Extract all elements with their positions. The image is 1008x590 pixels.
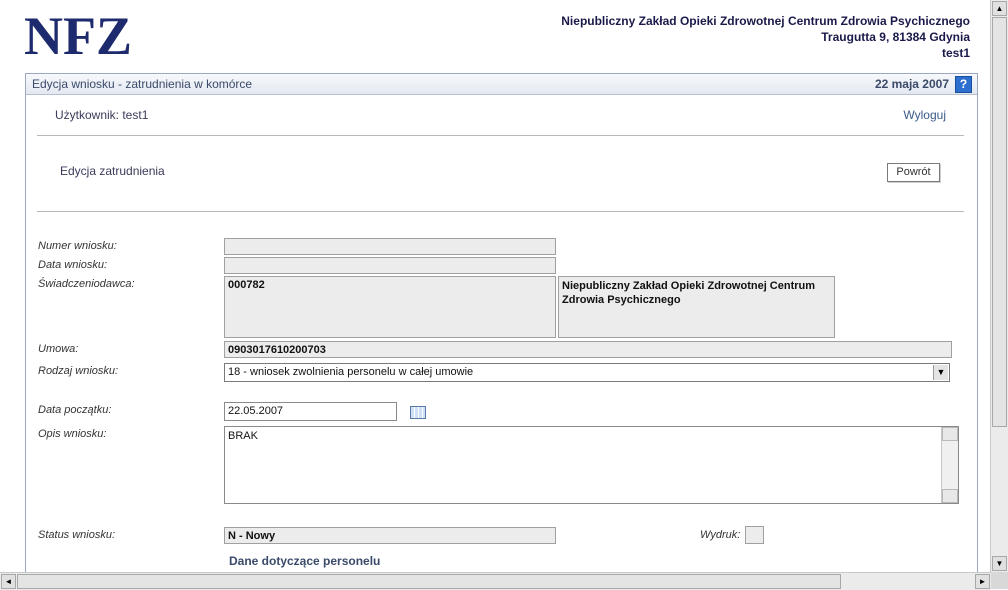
- start-date-input[interactable]: 22.05.2007: [224, 402, 397, 421]
- vertical-scroll-thumb[interactable]: [992, 17, 1007, 427]
- status-field: N - Nowy: [224, 527, 556, 544]
- back-button[interactable]: Powrót: [887, 163, 940, 182]
- scroll-left-arrow-icon[interactable]: ◄: [1, 574, 16, 589]
- scroll-down-arrow-icon[interactable]: ▼: [992, 556, 1007, 571]
- contract-field: 0903017610200703: [224, 341, 952, 358]
- calendar-icon[interactable]: [410, 406, 426, 419]
- help-icon[interactable]: ?: [955, 76, 972, 93]
- provider-code-field: 000782: [224, 276, 556, 338]
- print-label: Wydruk:: [700, 529, 741, 541]
- scroll-right-arrow-icon[interactable]: ►: [975, 574, 990, 589]
- request-type-select[interactable]: 18 - wniosek zwolnienia personelu w całe…: [224, 363, 950, 382]
- horizontal-scrollbar[interactable]: ◄ ►: [0, 572, 991, 590]
- request-number-label: Numer wniosku:: [38, 240, 117, 252]
- staff-data-title: Dane dotyczące personelu: [229, 554, 381, 568]
- logout-link[interactable]: Wyloguj: [903, 108, 946, 122]
- contract-label: Umowa:: [38, 343, 79, 355]
- divider-section: [37, 211, 964, 212]
- description-label: Opis wniosku:: [38, 428, 107, 440]
- edit-panel: Edycja wniosku - zatrudnienia w komórce …: [25, 73, 978, 574]
- scroll-up-button[interactable]: [942, 427, 958, 441]
- user-label: Użytkownik: test1: [55, 108, 149, 122]
- panel-title-bar: Edycja wniosku - zatrudnienia w komórce …: [26, 74, 977, 95]
- provider-info: Niepubliczny Zakład Opieki Zdrowotnej Ce…: [561, 13, 970, 61]
- provider-label: Świadczeniodawca:: [38, 278, 135, 290]
- section-title: Edycja zatrudnienia: [60, 164, 165, 178]
- provider-user: test1: [941, 46, 970, 60]
- status-label: Status wniosku:: [38, 529, 116, 541]
- scrollbar-corner: [991, 572, 1008, 589]
- description-scrollbar[interactable]: [941, 427, 958, 503]
- request-type-label: Rodzaj wniosku:: [38, 365, 119, 377]
- vertical-scrollbar[interactable]: ▲ ▼: [990, 0, 1008, 572]
- description-value: BRAK: [228, 430, 258, 442]
- chevron-down-icon[interactable]: ▼: [933, 365, 948, 380]
- logo-text: NFZ: [24, 6, 132, 62]
- print-checkbox[interactable]: [745, 526, 764, 544]
- horizontal-scroll-thumb[interactable]: [17, 574, 841, 589]
- panel-title: Edycja wniosku - zatrudnienia w komórce: [32, 77, 253, 91]
- provider-address: Traugutta 9, 81384 Gdynia: [821, 30, 970, 44]
- provider-name: Niepubliczny Zakład Opieki Zdrowotnej Ce…: [561, 14, 970, 28]
- request-type-value: 18 - wniosek zwolnienia personelu w całe…: [228, 366, 474, 378]
- request-number-field: [224, 238, 556, 255]
- divider-top: [37, 135, 964, 136]
- request-date-label: Data wniosku:: [38, 259, 108, 271]
- panel-date: 22 maja 2007: [874, 77, 949, 91]
- request-date-field: [224, 257, 556, 274]
- scroll-up-arrow-icon[interactable]: ▲: [992, 1, 1007, 16]
- start-date-label: Data początku:: [38, 404, 112, 416]
- scroll-down-button[interactable]: [942, 489, 958, 503]
- nfz-logo: NFZ: [22, 6, 152, 66]
- provider-name-field: Niepubliczny Zakład Opieki Zdrowotnej Ce…: [558, 276, 835, 338]
- description-textarea[interactable]: BRAK: [224, 426, 959, 504]
